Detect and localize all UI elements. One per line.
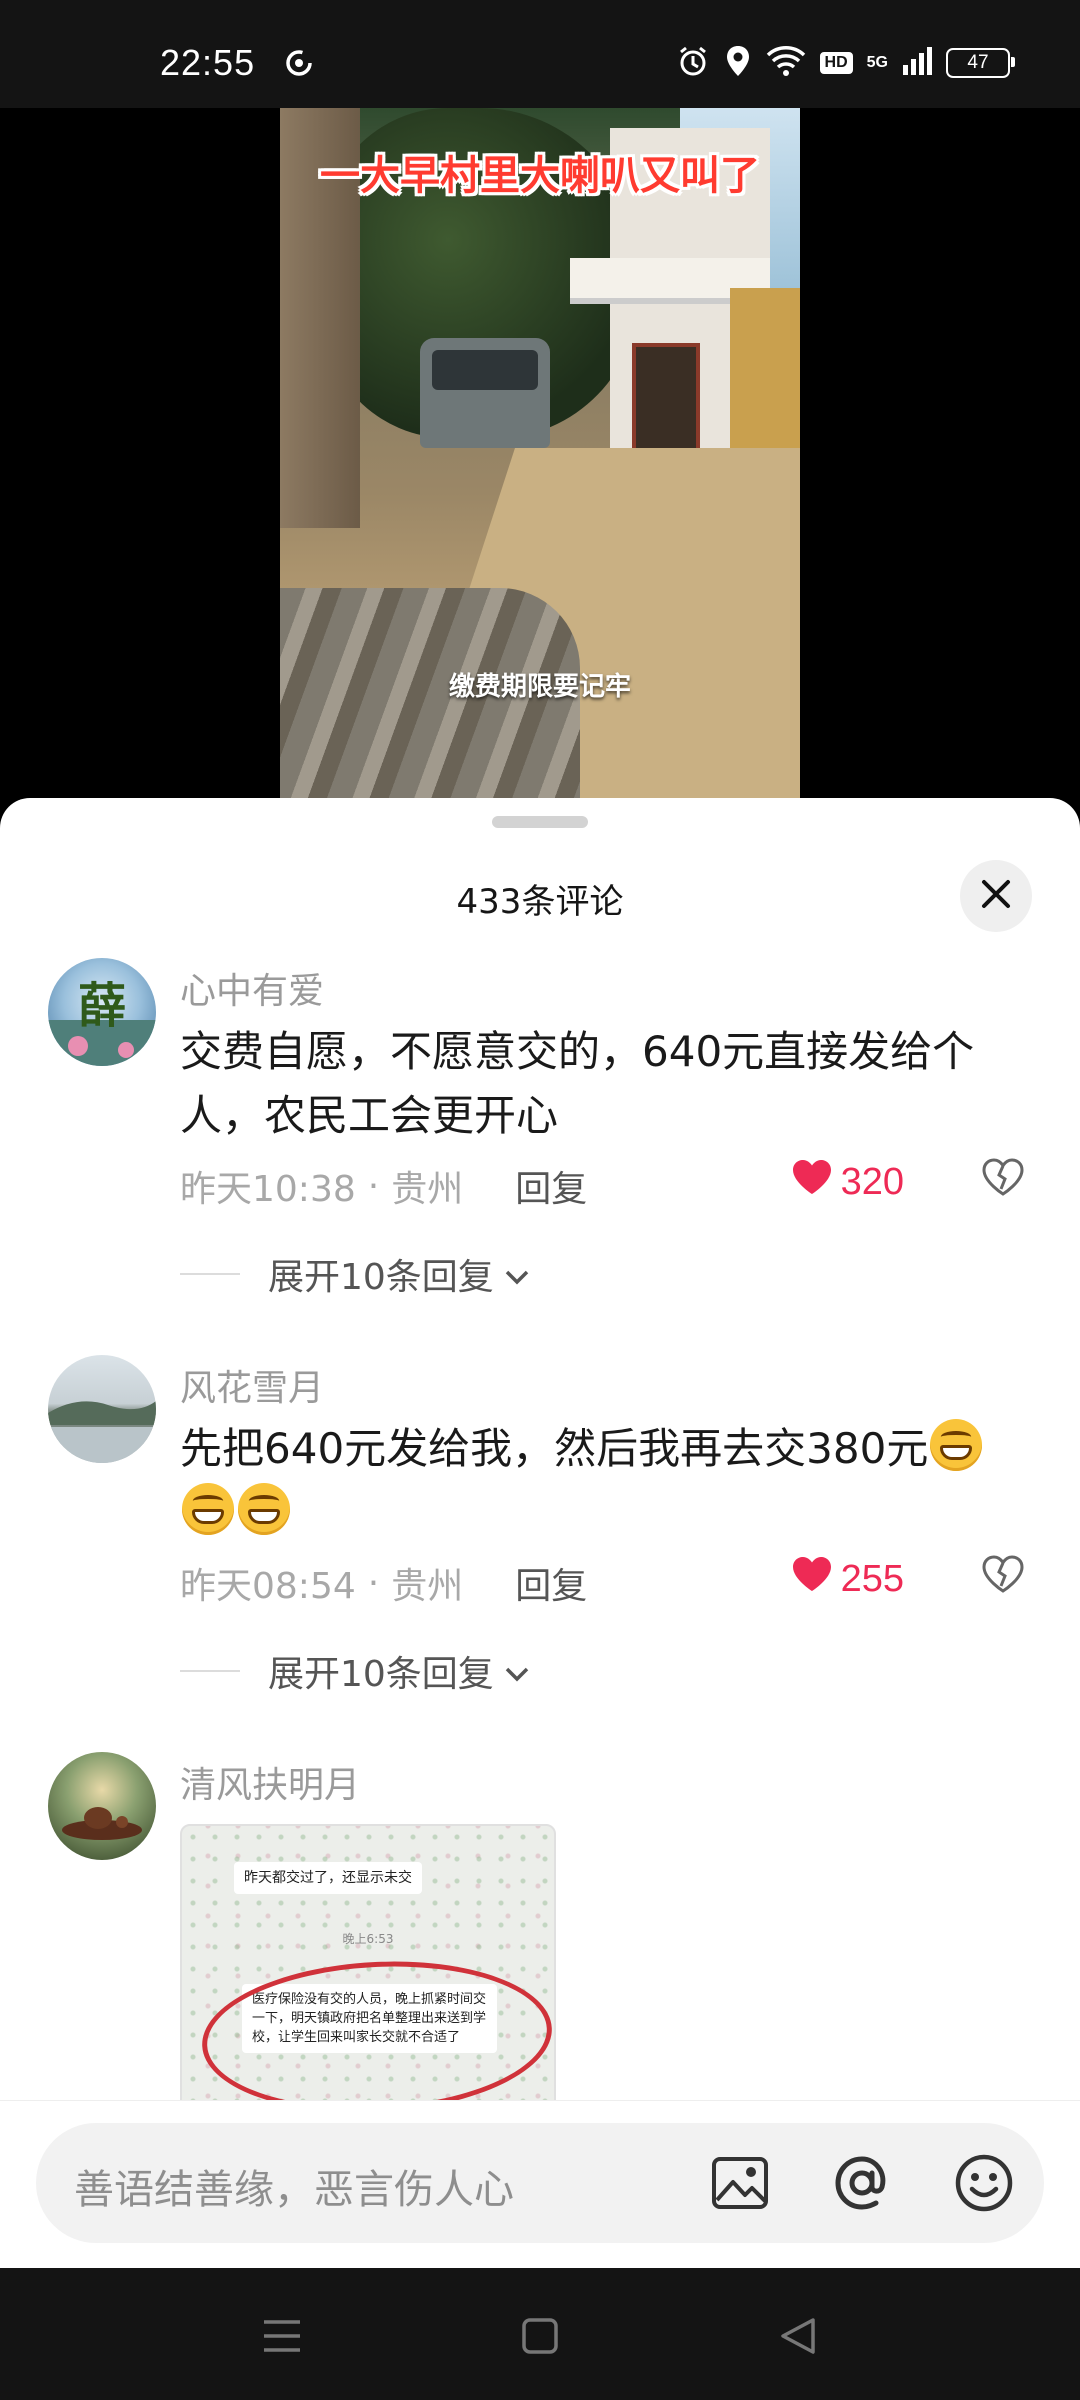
wifi-icon (766, 45, 806, 81)
chat-bubble: 昨天都交过了，还显示未交 (234, 1862, 422, 1894)
dislike-button[interactable] (982, 1158, 1024, 1200)
avatar-text: 薛 (78, 978, 126, 1034)
emoji-icon[interactable] (952, 2151, 1016, 2215)
signal-icon (902, 47, 932, 79)
comment-username[interactable]: 风花雪月 (180, 1359, 324, 1411)
system-nav-bar (0, 2268, 1080, 2400)
broken-heart-icon (982, 1555, 1024, 1597)
grinning-emoji-icon (238, 1483, 290, 1535)
status-icons: HD 5G 47 (676, 44, 1015, 82)
network-type: 5G (866, 54, 888, 71)
comment-text[interactable]: 交费自愿，不愿意交的，640元直接发给个人，农民工会更开心 (180, 1020, 1040, 1148)
comment-item: 风花雪月 先把640元发给我，然后我再去交380元 昨天08:54 · 贵州 回… (0, 1355, 1080, 1695)
expand-replies[interactable]: 展开10条回复 (180, 1248, 530, 1300)
avatar[interactable] (48, 1752, 156, 1860)
grinning-emoji-icon (930, 1419, 983, 1471)
video-scene-door (632, 343, 700, 461)
comment-text[interactable]: 先把640元发给我，然后我再去交380元 (180, 1417, 1040, 1545)
chat-timestamp: 晚上6:53 (342, 1932, 394, 1946)
grinning-emoji-icon (182, 1483, 234, 1535)
comments-count-title: 433条评论 (456, 882, 624, 922)
chevron-down-icon (504, 1254, 530, 1295)
video-scene-house (730, 288, 800, 458)
sync-icon (284, 48, 314, 82)
avatar[interactable]: 薛 (48, 958, 156, 1066)
comment-input-placeholder: 善语结善缘，恶言伤人心 (74, 2167, 514, 2213)
video-caption: 一大早村里大喇叭又叫了 (320, 153, 760, 199)
video-frame[interactable]: 一大早村里大喇叭又叫了 缴费期限要记牢 (280, 108, 800, 808)
video-subtitle: 缴费期限要记牢 (448, 672, 631, 702)
mention-icon[interactable] (830, 2151, 894, 2215)
comment-username[interactable]: 心中有爱 (180, 962, 324, 1014)
back-icon[interactable] (774, 2312, 822, 2360)
video-player[interactable]: 一大早村里大喇叭又叫了 缴费期限要记牢 (0, 108, 1080, 808)
drag-handle[interactable] (492, 816, 588, 828)
divider-line (180, 1670, 240, 1672)
meta-separator: · (367, 1165, 380, 1207)
status-bar: 22:55 HD 5G 47 (0, 0, 1080, 108)
avatar[interactable] (48, 1355, 156, 1463)
like-button[interactable]: 255 (791, 1555, 904, 1603)
comment-item: 薛 心中有爱 交费自愿，不愿意交的，640元直接发给个人，农民工会更开心 昨天1… (0, 958, 1080, 1298)
battery-icon: 47 (946, 48, 1015, 78)
comments-sheet: 433条评论 薛 心中有爱 交费自愿，不愿意交的，640元直接发给个人，农民工会… (0, 798, 1080, 2268)
comment-username[interactable]: 清风扶明月 (180, 1756, 360, 1808)
heart-filled-icon (791, 1158, 833, 1206)
menu-icon[interactable] (258, 2312, 306, 2360)
comment-input[interactable]: 善语结善缘，恶言伤人心 (36, 2123, 1044, 2243)
close-icon (979, 877, 1013, 915)
expand-replies-label: 展开10条回复 (268, 1257, 494, 1298)
like-count: 320 (840, 1160, 904, 1203)
home-icon[interactable] (516, 2312, 564, 2360)
image-icon[interactable] (708, 2151, 772, 2215)
dislike-button[interactable] (982, 1555, 1024, 1597)
comment-text-body: 先把640元发给我，然后我再去交380元 (180, 1424, 929, 1473)
close-button[interactable] (960, 860, 1032, 932)
divider-line (180, 1273, 240, 1275)
comment-image[interactable]: 昨天都交过了，还显示未交 晚上6:53 医疗保险没有交的人员，晚上抓紧时间交一下… (180, 1824, 556, 2128)
reply-button[interactable]: 回复 (515, 1557, 587, 1609)
comment-location: 贵州 (391, 1566, 464, 1607)
comment-input-bar: 善语结善缘，恶言伤人心 (0, 2100, 1080, 2269)
video-scene-van (420, 338, 550, 448)
meta-separator: · (367, 1562, 380, 1604)
alarm-icon (676, 44, 710, 82)
broken-heart-icon (982, 1158, 1024, 1200)
heart-filled-icon (791, 1555, 833, 1603)
like-button[interactable]: 320 (791, 1158, 904, 1206)
comment-location: 贵州 (391, 1169, 464, 1210)
reply-button[interactable]: 回复 (515, 1160, 587, 1212)
hd-badge: HD (819, 52, 853, 74)
comment-time: 昨天08:54 (180, 1566, 356, 1607)
expand-replies-label: 展开10条回复 (268, 1654, 494, 1695)
chevron-down-icon (504, 1651, 530, 1692)
comment-time: 昨天10:38 (180, 1169, 356, 1210)
comment-meta: 昨天08:54 · 贵州 回复 (180, 1557, 587, 1609)
location-icon (724, 44, 752, 82)
clock: 22:55 (160, 42, 256, 83)
expand-replies[interactable]: 展开10条回复 (180, 1645, 530, 1697)
comment-meta: 昨天10:38 · 贵州 回复 (180, 1160, 587, 1212)
like-count: 255 (840, 1557, 904, 1600)
